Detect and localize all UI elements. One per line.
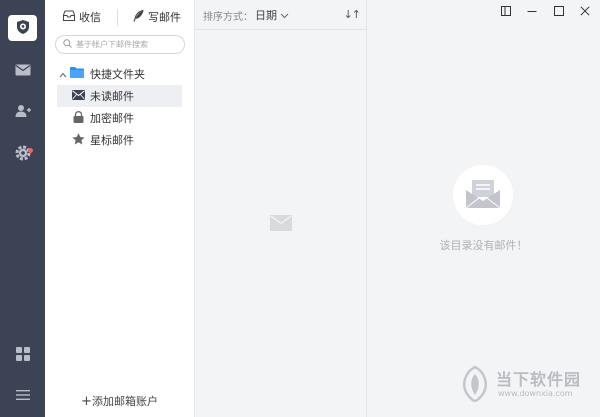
sidebar-layout-icon bbox=[501, 5, 511, 19]
search-icon bbox=[63, 38, 72, 51]
empty-list-mail-icon bbox=[270, 215, 292, 234]
add-account-button[interactable]: +添加邮箱账户 bbox=[45, 393, 194, 409]
pin-window-button[interactable] bbox=[497, 4, 515, 20]
add-account-label: 添加邮箱账户 bbox=[91, 395, 158, 408]
rail-mail-button[interactable] bbox=[0, 56, 45, 86]
folder-item-label: 未读邮件 bbox=[90, 90, 134, 103]
compose-label: 写邮件 bbox=[148, 11, 181, 24]
contacts-icon bbox=[15, 104, 31, 121]
folder-item-encrypted[interactable]: 加密邮件 bbox=[45, 107, 194, 129]
watermark: 当下软件园 www.downxia.com bbox=[458, 364, 598, 404]
lock-icon bbox=[73, 110, 84, 126]
folder-item-starred[interactable]: 星标邮件 bbox=[45, 129, 194, 151]
sort-dropdown[interactable]: 日期 bbox=[255, 7, 289, 23]
envelope-icon bbox=[72, 89, 85, 103]
reading-pane: 该目录没有邮件！ bbox=[367, 0, 600, 417]
chevron-down-icon bbox=[280, 9, 289, 22]
search-input[interactable] bbox=[76, 40, 180, 49]
folder-pane: 收信 写邮件 快捷文件夹 未读邮件 加密邮 bbox=[45, 0, 195, 417]
rail-settings-button[interactable] bbox=[0, 139, 45, 169]
receive-label: 收信 bbox=[79, 11, 101, 24]
shield-logo-icon bbox=[15, 19, 31, 38]
close-button[interactable] bbox=[576, 4, 594, 20]
mail-search-box[interactable] bbox=[55, 35, 185, 54]
folder-toolbar: 收信 写邮件 bbox=[45, 0, 194, 32]
receive-button[interactable]: 收信 bbox=[63, 8, 101, 26]
watermark-url: www.downxia.com bbox=[498, 389, 573, 398]
inbox-tray-icon bbox=[63, 10, 75, 24]
feather-pen-icon bbox=[133, 9, 144, 25]
folder-item-unread[interactable]: 未读邮件 bbox=[57, 85, 182, 107]
app-logo[interactable] bbox=[8, 15, 37, 41]
menu-icon bbox=[15, 389, 30, 403]
mail-icon bbox=[15, 64, 31, 79]
minimize-button[interactable] bbox=[523, 4, 541, 20]
minimize-icon bbox=[527, 6, 537, 19]
rail-apps-button[interactable] bbox=[0, 340, 45, 370]
star-icon bbox=[72, 132, 85, 148]
sort-value: 日期 bbox=[255, 9, 277, 22]
close-icon bbox=[580, 5, 590, 19]
settings-notification-badge bbox=[28, 148, 33, 153]
settings-icon bbox=[15, 145, 31, 164]
apps-grid-icon bbox=[15, 346, 30, 364]
folder-item-label: 星标邮件 bbox=[90, 134, 134, 147]
watermark-logo-icon bbox=[458, 365, 492, 405]
folder-item-label: 加密邮件 bbox=[90, 112, 134, 125]
folder-icon bbox=[70, 67, 84, 81]
watermark-title: 当下软件园 bbox=[496, 370, 582, 389]
sort-bar: 排序方式： 日期 ↓↑ bbox=[195, 0, 366, 30]
toolbar-divider bbox=[117, 9, 118, 26]
left-rail bbox=[0, 0, 45, 417]
folder-group-label: 快捷文件夹 bbox=[90, 68, 145, 81]
plus-icon: + bbox=[81, 394, 92, 409]
empty-folder-message: 该目录没有邮件！ bbox=[439, 239, 528, 252]
folder-group-quick[interactable]: 快捷文件夹 bbox=[45, 63, 194, 85]
rail-menu-button[interactable] bbox=[0, 381, 45, 411]
compose-button[interactable]: 写邮件 bbox=[133, 8, 181, 26]
sort-direction-button[interactable]: ↓↑ bbox=[344, 8, 361, 21]
collapse-chevron-icon bbox=[59, 68, 67, 81]
rail-contacts-button[interactable] bbox=[0, 97, 45, 127]
sort-label: 排序方式： bbox=[203, 12, 253, 23]
message-list-pane: 排序方式： 日期 ↓↑ bbox=[195, 0, 367, 417]
empty-state-illustration bbox=[453, 165, 513, 225]
maximize-icon bbox=[554, 5, 564, 19]
maximize-button[interactable] bbox=[550, 4, 568, 20]
open-envelope-icon bbox=[465, 179, 501, 212]
